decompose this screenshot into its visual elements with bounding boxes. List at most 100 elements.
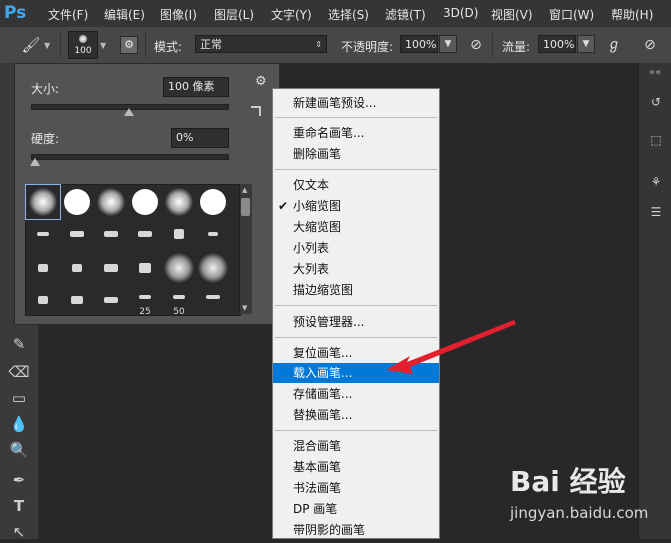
preset-brush-tip-25[interactable]: 25: [128, 283, 162, 317]
preset-soft-round[interactable]: [162, 251, 196, 285]
preset-brush-tip[interactable]: [196, 283, 230, 317]
menu-drop-shadow-brushes[interactable]: 带阴影的画笔: [273, 520, 439, 540]
flow-input[interactable]: 100%: [538, 35, 576, 53]
preset-brush-tip[interactable]: [94, 217, 128, 251]
hardness-slider-thumb[interactable]: [30, 158, 40, 166]
separator: [492, 33, 493, 57]
mode-label: 模式:: [154, 40, 183, 54]
scroll-up-icon[interactable]: ▲: [242, 186, 247, 194]
airbrush-icon[interactable]: ℊ: [604, 35, 624, 55]
opacity-dropdown-button[interactable]: ▼: [439, 35, 457, 53]
menu-delete-brush[interactable]: 删除画笔: [273, 144, 439, 164]
history-icon[interactable]: ↺: [647, 93, 665, 111]
preset-hard-round[interactable]: [196, 185, 230, 219]
brush-settings-icon[interactable]: ☰: [647, 203, 665, 221]
path-selection-icon[interactable]: ↖: [8, 521, 30, 543]
eraser-icon[interactable]: ⌫: [8, 361, 30, 383]
collapse-icon[interactable]: ««: [649, 67, 661, 78]
menu-image[interactable]: 图像(I): [160, 6, 197, 23]
menu-assorted-brushes[interactable]: 混合画笔: [273, 436, 439, 456]
preset-brush-tip[interactable]: [196, 217, 230, 251]
photoshop-logo: Ps: [4, 3, 27, 23]
hardness-label: 硬度:: [31, 132, 60, 146]
menu-window[interactable]: 窗口(W): [549, 6, 594, 23]
menu-calligraphic-brushes[interactable]: 书法画笔: [273, 478, 439, 498]
menu-replace-brushes[interactable]: 替换画笔...: [273, 405, 439, 425]
menu-view[interactable]: 视图(V): [491, 6, 533, 23]
pen-icon[interactable]: ✒: [8, 469, 30, 491]
menu-help[interactable]: 帮助(H): [611, 6, 653, 23]
preset-soft-round[interactable]: [196, 251, 230, 285]
settings-gear-icon[interactable]: ⚙: [255, 74, 267, 89]
tool-preset-arrow-icon[interactable]: ▼: [44, 41, 50, 50]
preset-brush-tip[interactable]: [162, 217, 196, 251]
brush-options-menu: 新建画笔预设... 重命名画笔... 删除画笔 仅文本 ✔ 小缩览图 大缩览图 小…: [272, 88, 440, 539]
menu-separator: [275, 169, 437, 170]
flow-dropdown-button[interactable]: ▼: [577, 35, 595, 53]
menu-file[interactable]: 文件(F): [48, 6, 88, 23]
menu-dp-brushes[interactable]: DP 画笔: [273, 499, 439, 519]
preset-brush-tip[interactable]: [60, 251, 94, 285]
preset-brush-tip[interactable]: [94, 283, 128, 317]
preset-brush-tip[interactable]: [26, 283, 60, 317]
history-brush-icon[interactable]: ✎: [8, 333, 30, 355]
menu-new-brush-preset[interactable]: 新建画笔预设...: [273, 93, 439, 113]
gradient-icon[interactable]: ▭: [8, 387, 30, 409]
hardness-input[interactable]: 0%: [171, 128, 229, 148]
opacity-input[interactable]: 100%: [400, 35, 438, 53]
scrollbar-thumb[interactable]: [241, 198, 250, 216]
menu-layer[interactable]: 图层(L): [214, 6, 254, 23]
preset-brush-tip[interactable]: [94, 251, 128, 285]
brush-preview-button[interactable]: 100: [68, 31, 98, 59]
menu-separator: [275, 117, 437, 118]
menu-large-list[interactable]: 大列表: [273, 259, 439, 279]
preset-brush-tip-50[interactable]: 50: [162, 283, 196, 317]
menu-basic-brushes[interactable]: 基本画笔: [273, 457, 439, 477]
menu-large-thumbnail[interactable]: 大缩览图: [273, 217, 439, 237]
separator: [145, 33, 146, 57]
menu-filter[interactable]: 滤镜(T): [385, 6, 426, 23]
menu-text-only[interactable]: 仅文本: [273, 175, 439, 195]
brush-presets-icon[interactable]: ⚘: [647, 173, 665, 191]
preset-hard-round[interactable]: [128, 185, 162, 219]
menu-small-list[interactable]: 小列表: [273, 238, 439, 258]
mode-select[interactable]: 正常 ⇕: [195, 35, 327, 53]
presets-scrollbar[interactable]: ▲ ▼: [239, 184, 252, 314]
preset-brush-tip[interactable]: [60, 283, 94, 317]
size-input[interactable]: 100 像素: [163, 77, 229, 97]
dodge-icon[interactable]: 🔍: [8, 439, 30, 461]
brush-panel-toggle-icon[interactable]: ⚙: [120, 36, 138, 54]
pressure-opacity-icon[interactable]: ⊘: [466, 35, 486, 55]
preset-brush-tip[interactable]: [128, 217, 162, 251]
menu-3d[interactable]: 3D(D): [443, 6, 478, 20]
preset-soft-round[interactable]: [25, 184, 61, 220]
preset-soft-round[interactable]: [94, 185, 128, 219]
preset-brush-tip[interactable]: [128, 251, 162, 285]
preset-hard-round[interactable]: [60, 185, 94, 219]
preset-brush-tip[interactable]: [60, 217, 94, 251]
type-tool-icon[interactable]: T: [8, 495, 30, 517]
menu-select[interactable]: 选择(S): [328, 6, 369, 23]
menu-type[interactable]: 文字(Y): [271, 6, 312, 23]
preset-brush-tip[interactable]: [26, 251, 60, 285]
flow-label: 流量:: [502, 40, 531, 54]
brush-tool-icon[interactable]: 🖌: [20, 35, 42, 55]
menu-edit[interactable]: 编辑(E): [104, 6, 145, 23]
brush-size-value: 100: [74, 46, 92, 56]
preset-brush-tip[interactable]: [26, 217, 60, 251]
3d-cube-icon[interactable]: ⬚: [647, 131, 665, 149]
menu-small-thumbnail[interactable]: ✔ 小缩览图: [273, 196, 439, 216]
new-preset-icon[interactable]: [251, 106, 261, 116]
menu-rename-brush[interactable]: 重命名画笔...: [273, 123, 439, 143]
opacity-label: 不透明度:: [341, 40, 394, 54]
size-label: 大小:: [31, 82, 60, 96]
menu-stroke-thumbnail[interactable]: 描边缩览图: [273, 280, 439, 300]
brush-picker-arrow-icon[interactable]: ▼: [100, 41, 106, 50]
scroll-down-icon[interactable]: ▼: [242, 304, 247, 312]
pressure-size-icon[interactable]: ⊘: [640, 35, 660, 55]
blur-icon[interactable]: 💧: [8, 413, 30, 435]
size-slider-thumb[interactable]: [124, 108, 134, 116]
hardness-slider-track[interactable]: [31, 154, 229, 160]
preset-soft-round[interactable]: [162, 185, 196, 219]
menu-separator: [275, 305, 437, 306]
